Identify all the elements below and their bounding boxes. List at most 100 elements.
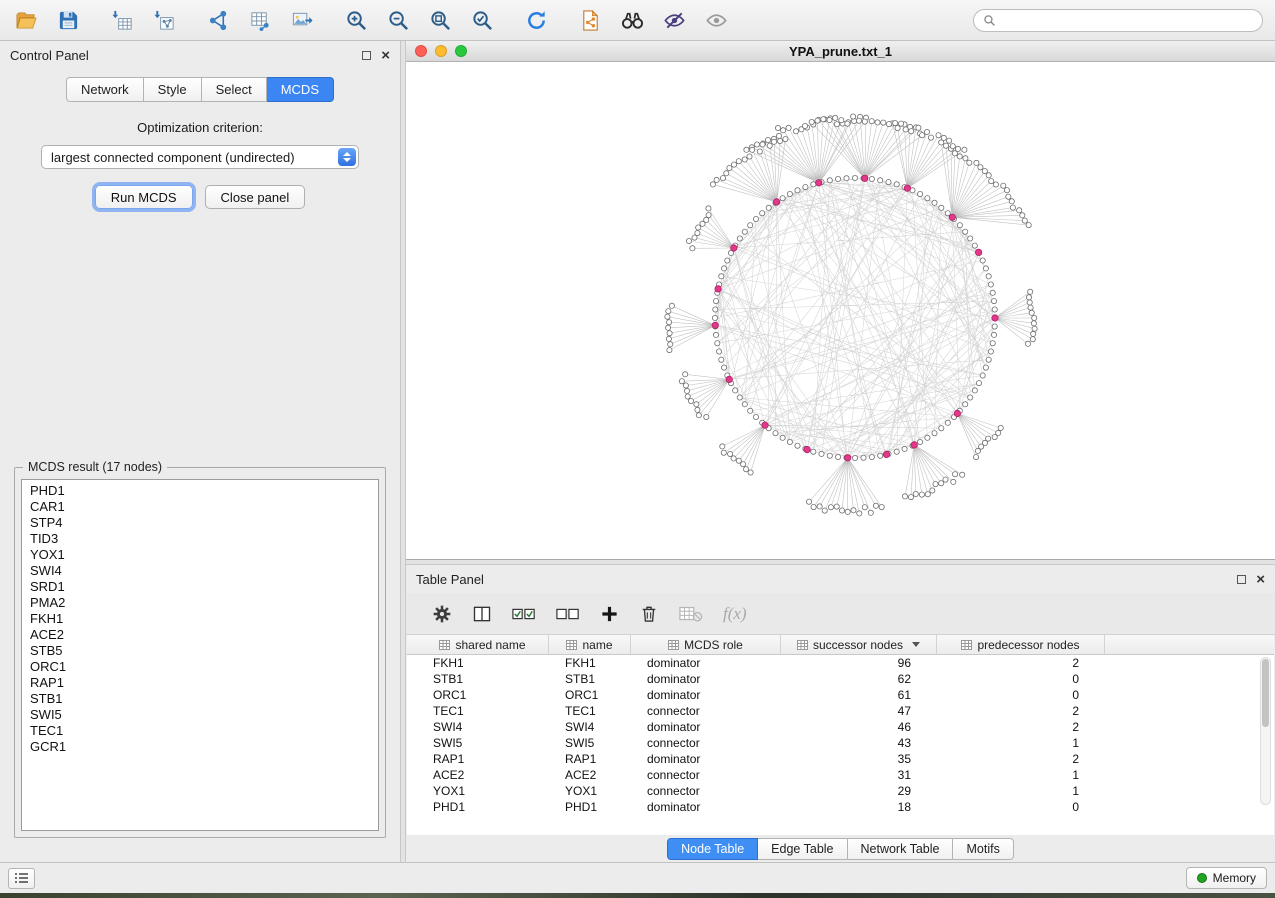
network-node[interactable] bbox=[993, 182, 998, 187]
import-network-button[interactable] bbox=[150, 6, 178, 34]
network-node[interactable] bbox=[720, 176, 725, 181]
network-node[interactable] bbox=[765, 137, 770, 142]
select-all-button[interactable] bbox=[512, 601, 536, 627]
network-node[interactable] bbox=[747, 154, 752, 159]
network-node[interactable] bbox=[967, 160, 972, 165]
network-node[interactable] bbox=[869, 176, 874, 181]
float-panel-icon[interactable] bbox=[362, 51, 371, 60]
table-scrollbar[interactable] bbox=[1260, 657, 1271, 805]
tab-node-table[interactable]: Node Table bbox=[667, 838, 758, 860]
network-node[interactable] bbox=[737, 236, 742, 241]
network-node[interactable] bbox=[766, 205, 771, 210]
network-node[interactable] bbox=[1006, 194, 1011, 199]
network-node[interactable] bbox=[962, 147, 967, 152]
network-node[interactable] bbox=[886, 122, 891, 127]
network-node[interactable] bbox=[731, 162, 736, 167]
mcds-node[interactable] bbox=[712, 322, 718, 328]
network-node[interactable] bbox=[737, 395, 742, 400]
mcds-result-item[interactable]: TEC1 bbox=[30, 723, 370, 739]
mcds-result-item[interactable]: SWI5 bbox=[30, 707, 370, 723]
network-node[interactable] bbox=[998, 425, 1003, 430]
network-node[interactable] bbox=[1009, 199, 1014, 204]
mcds-result-item[interactable]: ORC1 bbox=[30, 659, 370, 675]
search-input[interactable] bbox=[1001, 13, 1253, 27]
network-node[interactable] bbox=[980, 373, 985, 378]
run-mcds-button[interactable]: Run MCDS bbox=[95, 185, 193, 209]
mcds-node[interactable] bbox=[954, 410, 960, 416]
network-node[interactable] bbox=[748, 470, 753, 475]
network-graph[interactable] bbox=[406, 62, 1275, 559]
network-node[interactable] bbox=[845, 509, 850, 514]
network-node[interactable] bbox=[828, 505, 833, 510]
network-node[interactable] bbox=[1017, 208, 1022, 213]
network-node[interactable] bbox=[992, 324, 997, 329]
minimize-window-icon[interactable] bbox=[435, 45, 447, 57]
network-node[interactable] bbox=[713, 332, 718, 337]
network-node[interactable] bbox=[685, 394, 690, 399]
network-node[interactable] bbox=[919, 492, 924, 497]
table-row[interactable]: SWI5SWI5connector431 bbox=[417, 735, 1274, 751]
mcds-result-item[interactable]: TID3 bbox=[30, 531, 370, 547]
network-node[interactable] bbox=[894, 182, 899, 187]
close-panel-icon[interactable]: × bbox=[381, 48, 390, 63]
network-node[interactable] bbox=[686, 238, 691, 243]
network-node[interactable] bbox=[713, 299, 718, 304]
network-node[interactable] bbox=[879, 505, 884, 510]
add-column-button[interactable] bbox=[600, 601, 619, 627]
network-node[interactable] bbox=[822, 508, 827, 513]
network-node[interactable] bbox=[986, 173, 991, 178]
network-node[interactable] bbox=[986, 357, 991, 362]
network-node[interactable] bbox=[722, 365, 727, 370]
network-node[interactable] bbox=[957, 154, 962, 159]
network-node[interactable] bbox=[972, 388, 977, 393]
deselect-all-button[interactable] bbox=[556, 601, 580, 627]
network-node[interactable] bbox=[963, 402, 968, 407]
network-node[interactable] bbox=[694, 402, 699, 407]
network-node[interactable] bbox=[793, 129, 798, 134]
network-node[interactable] bbox=[968, 395, 973, 400]
network-node[interactable] bbox=[753, 216, 758, 221]
network-node[interactable] bbox=[950, 144, 955, 149]
network-node[interactable] bbox=[683, 383, 688, 388]
network-node[interactable] bbox=[878, 178, 883, 183]
delete-column-button[interactable] bbox=[639, 601, 659, 627]
network-node[interactable] bbox=[873, 503, 878, 508]
close-window-icon[interactable] bbox=[415, 45, 427, 57]
network-node[interactable] bbox=[778, 138, 783, 143]
network-node[interactable] bbox=[742, 229, 747, 234]
column-header-predecessor-nodes[interactable]: predecessor nodes bbox=[937, 635, 1105, 654]
mcds-node[interactable] bbox=[992, 315, 998, 321]
network-node[interactable] bbox=[836, 454, 841, 459]
network-node[interactable] bbox=[972, 243, 977, 248]
network-node[interactable] bbox=[704, 414, 709, 419]
network-node[interactable] bbox=[690, 246, 695, 251]
network-node[interactable] bbox=[742, 402, 747, 407]
network-node[interactable] bbox=[1004, 188, 1009, 193]
mcds-result-list[interactable]: PHD1CAR1STP4TID3YOX1SWI4SRD1PMA2FKH1ACE2… bbox=[21, 479, 379, 831]
network-canvas[interactable] bbox=[406, 62, 1275, 559]
tab-network-table[interactable]: Network Table bbox=[848, 838, 954, 860]
optimization-criterion-select[interactable]: largest connected component (undirected) bbox=[41, 145, 359, 169]
network-node[interactable] bbox=[1028, 305, 1033, 310]
network-node[interactable] bbox=[925, 435, 930, 440]
network-node[interactable] bbox=[787, 439, 792, 444]
mcds-node[interactable] bbox=[949, 214, 955, 220]
table-row[interactable]: ACE2ACE2connector311 bbox=[417, 767, 1274, 783]
column-header-name[interactable]: name bbox=[549, 635, 631, 654]
new-network-button[interactable] bbox=[204, 6, 232, 34]
network-node[interactable] bbox=[780, 196, 785, 201]
network-node[interactable] bbox=[744, 467, 749, 472]
network-node[interactable] bbox=[736, 159, 741, 164]
network-node[interactable] bbox=[692, 235, 697, 240]
network-node[interactable] bbox=[878, 453, 883, 458]
network-node[interactable] bbox=[668, 342, 673, 347]
network-node[interactable] bbox=[1025, 341, 1030, 346]
network-node[interactable] bbox=[908, 495, 913, 500]
network-node[interactable] bbox=[760, 142, 765, 147]
mcds-node[interactable] bbox=[715, 286, 721, 292]
network-node[interactable] bbox=[1022, 218, 1027, 223]
network-node[interactable] bbox=[943, 143, 948, 148]
network-node[interactable] bbox=[960, 472, 965, 477]
network-node[interactable] bbox=[988, 282, 993, 287]
tab-motifs[interactable]: Motifs bbox=[953, 838, 1013, 860]
